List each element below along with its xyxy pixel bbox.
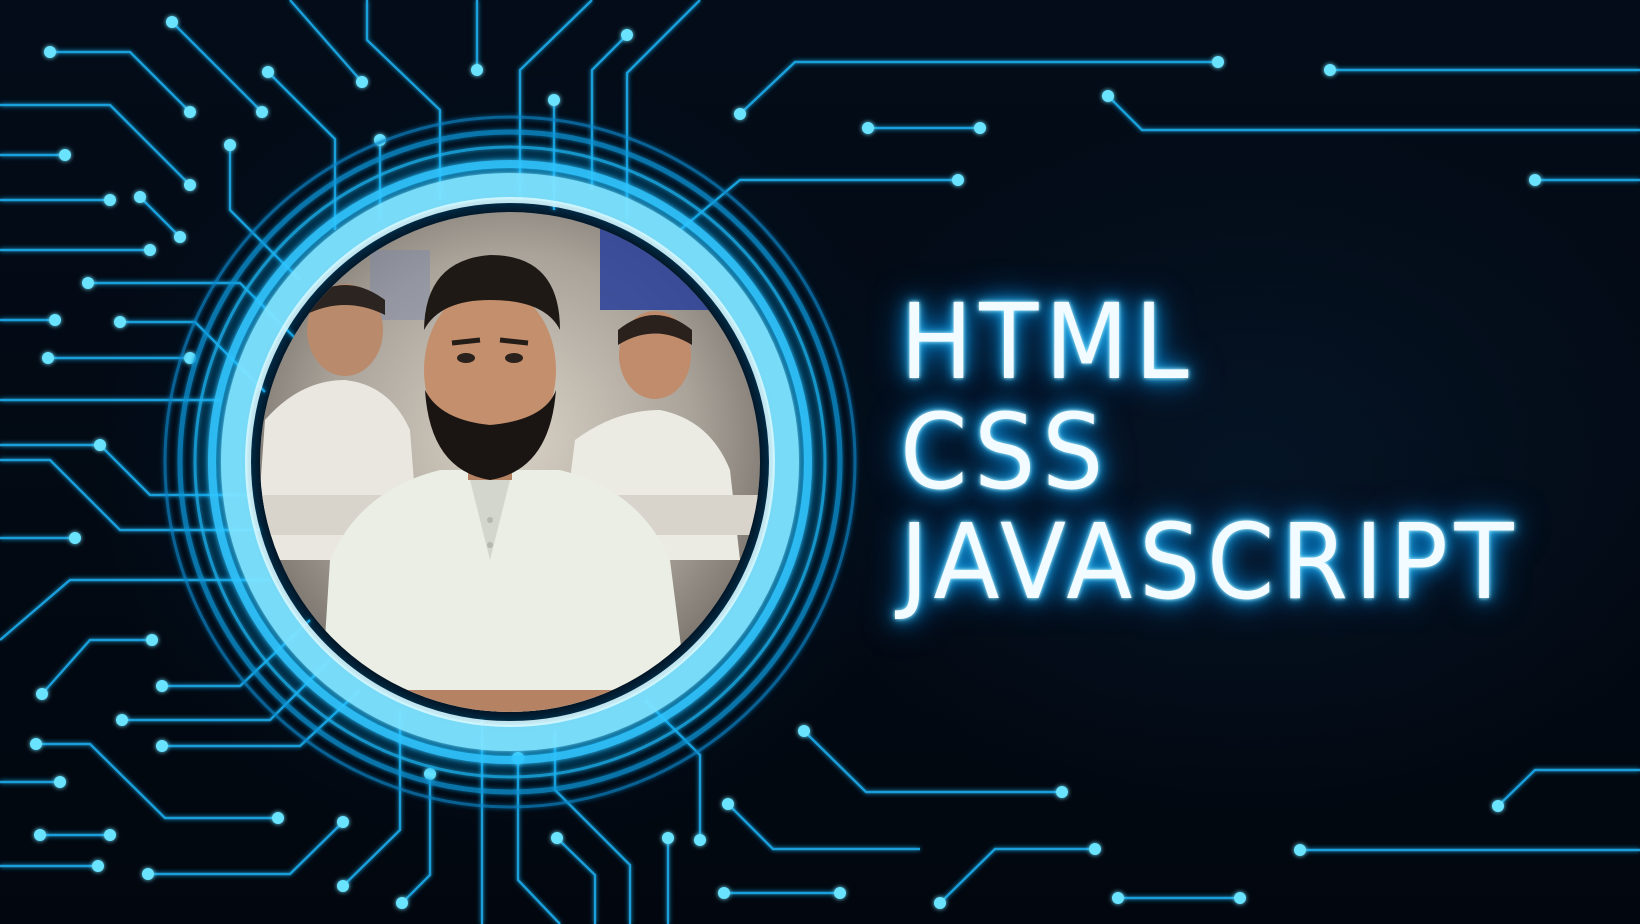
headline: HTML CSS JAVASCRIPT — [900, 290, 1567, 620]
headline-html: HTML — [900, 281, 1196, 403]
headline-javascript: JAVASCRIPT — [900, 501, 1521, 623]
portrait-photo — [260, 212, 760, 712]
thumbnail-canvas: HTML CSS JAVASCRIPT — [0, 0, 1640, 924]
headline-css: CSS — [900, 391, 1110, 513]
